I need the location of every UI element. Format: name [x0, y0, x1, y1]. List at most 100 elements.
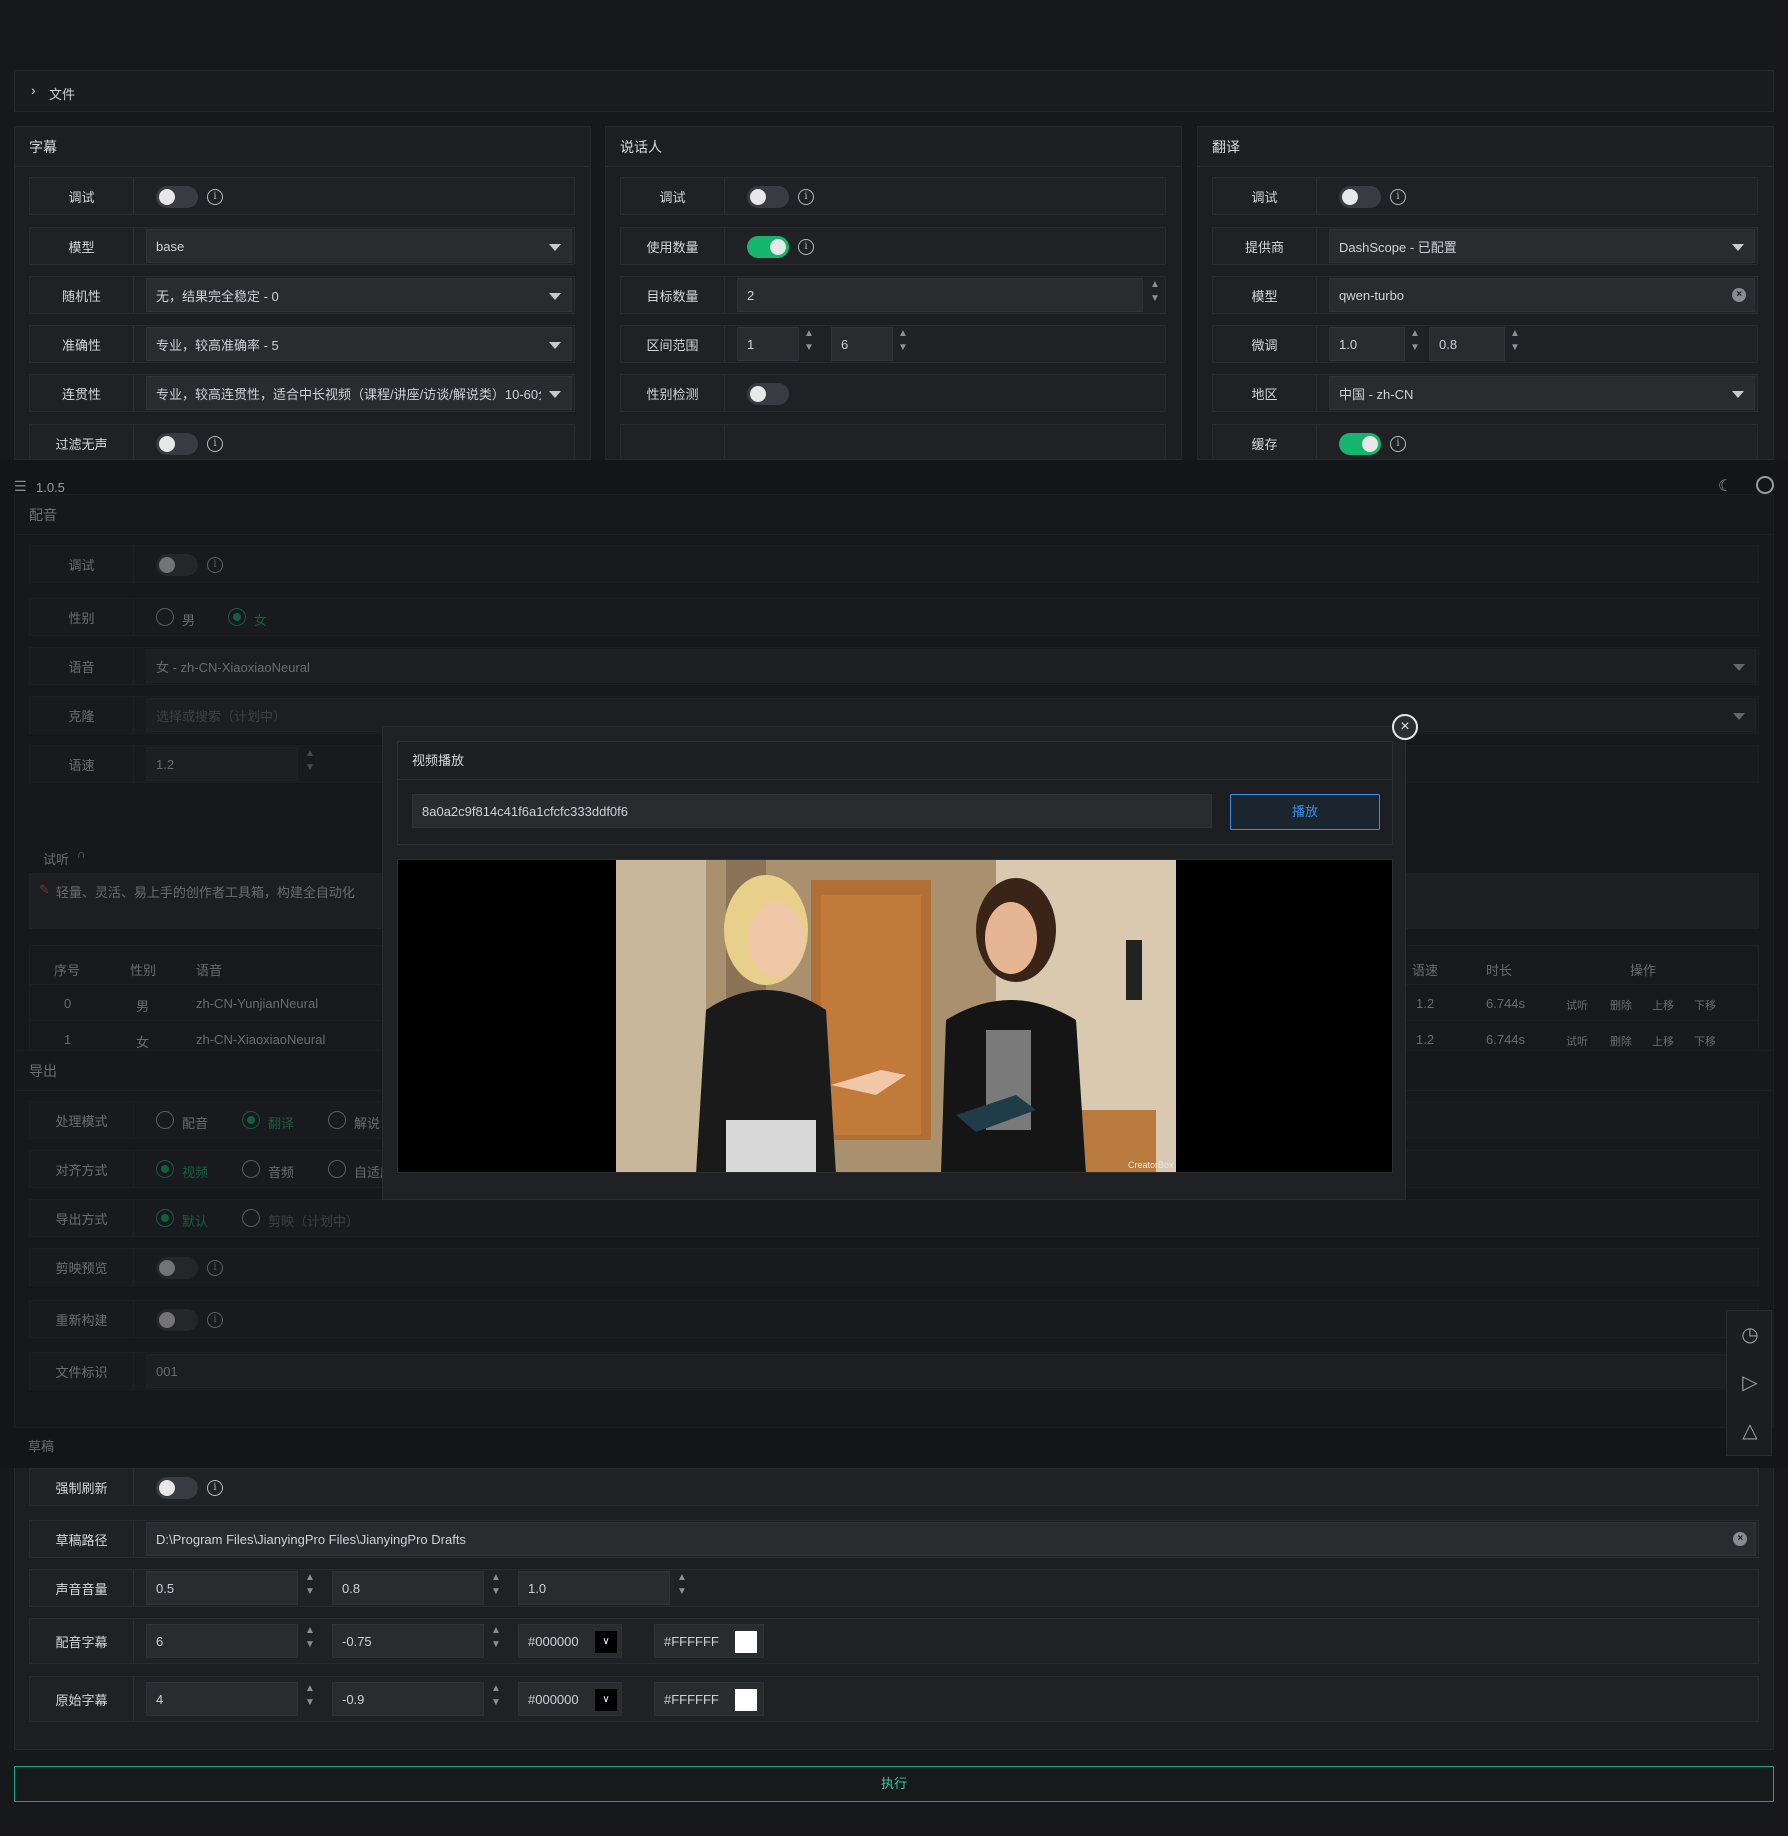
modal-title: 视频播放	[398, 742, 1392, 780]
gender-detect-toggle[interactable]	[747, 383, 789, 405]
modal-close-button[interactable]: ×	[1392, 714, 1418, 740]
radio-align-audio[interactable]	[242, 1160, 260, 1178]
stepper-arrows[interactable]: ▲ ▼	[302, 747, 318, 781]
speaker-debug-toggle[interactable]	[747, 186, 789, 208]
cell-index: 0	[64, 996, 72, 1011]
use-count-toggle[interactable]	[747, 236, 789, 258]
rebuild-toggle[interactable]	[156, 1309, 198, 1331]
dub-sub-color-input[interactable]: #000000 ∨	[518, 1624, 622, 1658]
dub-sub-bg-input[interactable]: #FFFFFF	[654, 1624, 764, 1658]
subtitle-randomness-select[interactable]: 无，结果完全稳定 - 0	[146, 278, 572, 312]
orig-sub-color-input[interactable]: #000000 ∨	[518, 1682, 622, 1716]
stepper-arrows[interactable]: ▲ ▼	[801, 327, 817, 361]
cell-index: 1	[64, 1032, 72, 1047]
region-select[interactable]: 中国 - zh-CN	[1329, 376, 1755, 410]
color-swatch-black[interactable]: ∨	[595, 1631, 617, 1653]
target-count-input[interactable]: 2	[737, 278, 1143, 312]
orig-sub-size-input[interactable]: 4	[146, 1682, 298, 1716]
radio-female[interactable]	[228, 608, 246, 626]
action-delete[interactable]: 删除	[1610, 1033, 1632, 1049]
orig-sub-bg-input[interactable]: #FFFFFF	[654, 1682, 764, 1716]
play-button[interactable]: 播放	[1230, 794, 1380, 830]
value: #000000	[528, 1691, 579, 1707]
translate-model-input[interactable]: qwen-turbo ×	[1329, 278, 1755, 312]
label: 文件标识	[30, 1353, 134, 1389]
action-delete[interactable]: 删除	[1610, 997, 1632, 1013]
action-down[interactable]: 下移	[1694, 1033, 1716, 1049]
label: 地区	[1213, 375, 1317, 411]
dub-sub-offset-input[interactable]: -0.75	[332, 1624, 484, 1658]
radio-male[interactable]	[156, 608, 174, 626]
video-id-input[interactable]: 8a0a2c9f814c41f6a1cfcfc333ddf0f6	[412, 794, 1212, 828]
translate-debug-toggle[interactable]	[1339, 186, 1381, 208]
dub-sub-size-input[interactable]: 6	[146, 1624, 298, 1658]
radio-mode-translate[interactable]	[242, 1111, 260, 1129]
clear-icon[interactable]: ×	[1733, 1532, 1747, 1546]
subtitle-coherence-select[interactable]: 专业，较高连贯性，适合中长视频（课程/讲座/访谈/解说类）10-60分钟	[146, 376, 572, 410]
video-icon[interactable]: ▷	[1729, 1361, 1771, 1405]
video-player[interactable]: CreatorBox	[397, 859, 1393, 1173]
radio-export-default[interactable]	[156, 1209, 174, 1227]
label: 性别检测	[621, 375, 725, 411]
action-listen[interactable]: 试听	[1566, 997, 1588, 1013]
orig-sub-offset-input[interactable]: -0.9	[332, 1682, 484, 1716]
action-up[interactable]: 上移	[1652, 997, 1674, 1013]
provider-select[interactable]: DashScope - 已配置	[1329, 229, 1755, 263]
stepper-arrows[interactable]: ▲ ▼	[1507, 327, 1523, 361]
history-icon[interactable]: ◷	[1729, 1313, 1771, 1357]
stepper-arrows[interactable]: ▲ ▼	[302, 1624, 318, 1658]
volume-input-2[interactable]: 0.8	[332, 1571, 484, 1605]
range-min-input[interactable]: 1	[737, 327, 799, 361]
speed-input[interactable]: 1.2	[146, 747, 298, 781]
back-to-top-icon[interactable]: △	[1729, 1409, 1771, 1453]
radio-mode-narrate[interactable]	[328, 1111, 346, 1129]
female-label: 女	[254, 613, 268, 628]
radio-mode-dub[interactable]	[156, 1111, 174, 1129]
stepper-arrows[interactable]: ▲ ▼	[488, 1571, 504, 1605]
info-icon: i	[207, 1312, 223, 1328]
execute-button[interactable]: 执行	[14, 1766, 1774, 1802]
action-listen[interactable]: 试听	[1566, 1033, 1588, 1049]
action-down[interactable]: 下移	[1694, 997, 1716, 1013]
stepper-arrows[interactable]: ▲ ▼	[488, 1682, 504, 1716]
file-id-input[interactable]: 001	[146, 1354, 1756, 1388]
range-max-input[interactable]: 6	[831, 327, 893, 361]
subtitle-panel-title: 字幕	[15, 127, 590, 167]
color-swatch-white[interactable]	[735, 1689, 757, 1711]
value: 专业，较高连贯性，适合中长视频（课程/讲座/访谈/解说类）10-60分钟	[156, 386, 541, 402]
action-up[interactable]: 上移	[1652, 1033, 1674, 1049]
clear-icon[interactable]: ×	[1732, 288, 1746, 302]
cache-toggle[interactable]	[1339, 433, 1381, 455]
stepper-arrows[interactable]: ▲ ▼	[302, 1682, 318, 1716]
caret-down-icon	[1732, 391, 1744, 398]
filter-silence-toggle[interactable]	[156, 433, 198, 455]
value: qwen-turbo	[1339, 287, 1405, 303]
voice-select[interactable]: 女 - zh-CN-XiaoxiaoNeural	[146, 649, 1756, 683]
subtitle-debug-toggle[interactable]	[156, 186, 198, 208]
jy-preview-toggle[interactable]	[156, 1257, 198, 1279]
color-swatch-white[interactable]	[735, 1631, 757, 1653]
color-swatch-black[interactable]: ∨	[595, 1689, 617, 1711]
stepper-arrows[interactable]: ▲ ▼	[1147, 278, 1163, 312]
stepper-arrows[interactable]: ▲ ▼	[1407, 327, 1423, 361]
cell-voice: zh-CN-XiaoxiaoNeural	[196, 1032, 326, 1047]
radio-export-jianying[interactable]	[242, 1209, 260, 1227]
stepper-arrows[interactable]: ▲ ▼	[895, 327, 911, 361]
volume-input-3[interactable]: 1.0	[518, 1571, 670, 1605]
orig-sub-row: 原始字幕 4 ▲ ▼ -0.9 ▲ ▼ #000000 ∨ #FFFFFF	[29, 1676, 1759, 1722]
stepper-arrows[interactable]: ▲ ▼	[302, 1571, 318, 1605]
draft-path-input[interactable]: D:\Program Files\JianyingPro Files\Jiany…	[146, 1522, 1756, 1556]
finetune-b-input[interactable]: 0.8	[1429, 327, 1505, 361]
stepper-arrows[interactable]: ▲ ▼	[488, 1624, 504, 1658]
volume-input-1[interactable]: 0.5	[146, 1571, 298, 1605]
subtitle-accuracy-select[interactable]: 专业，较高准确率 - 5	[146, 327, 572, 361]
finetune-a-input[interactable]: 1.0	[1329, 327, 1405, 361]
radio-align-adaptive[interactable]	[328, 1160, 346, 1178]
dub-debug-toggle[interactable]	[156, 554, 198, 576]
stepper-arrows[interactable]: ▲ ▼	[674, 1571, 690, 1605]
radio-align-video[interactable]	[156, 1160, 174, 1178]
value: 1.0	[528, 1580, 547, 1596]
force-refresh-toggle[interactable]	[156, 1477, 198, 1499]
file-collapse[interactable]: › 文件	[14, 70, 1774, 112]
subtitle-model-select[interactable]: base	[146, 229, 572, 263]
